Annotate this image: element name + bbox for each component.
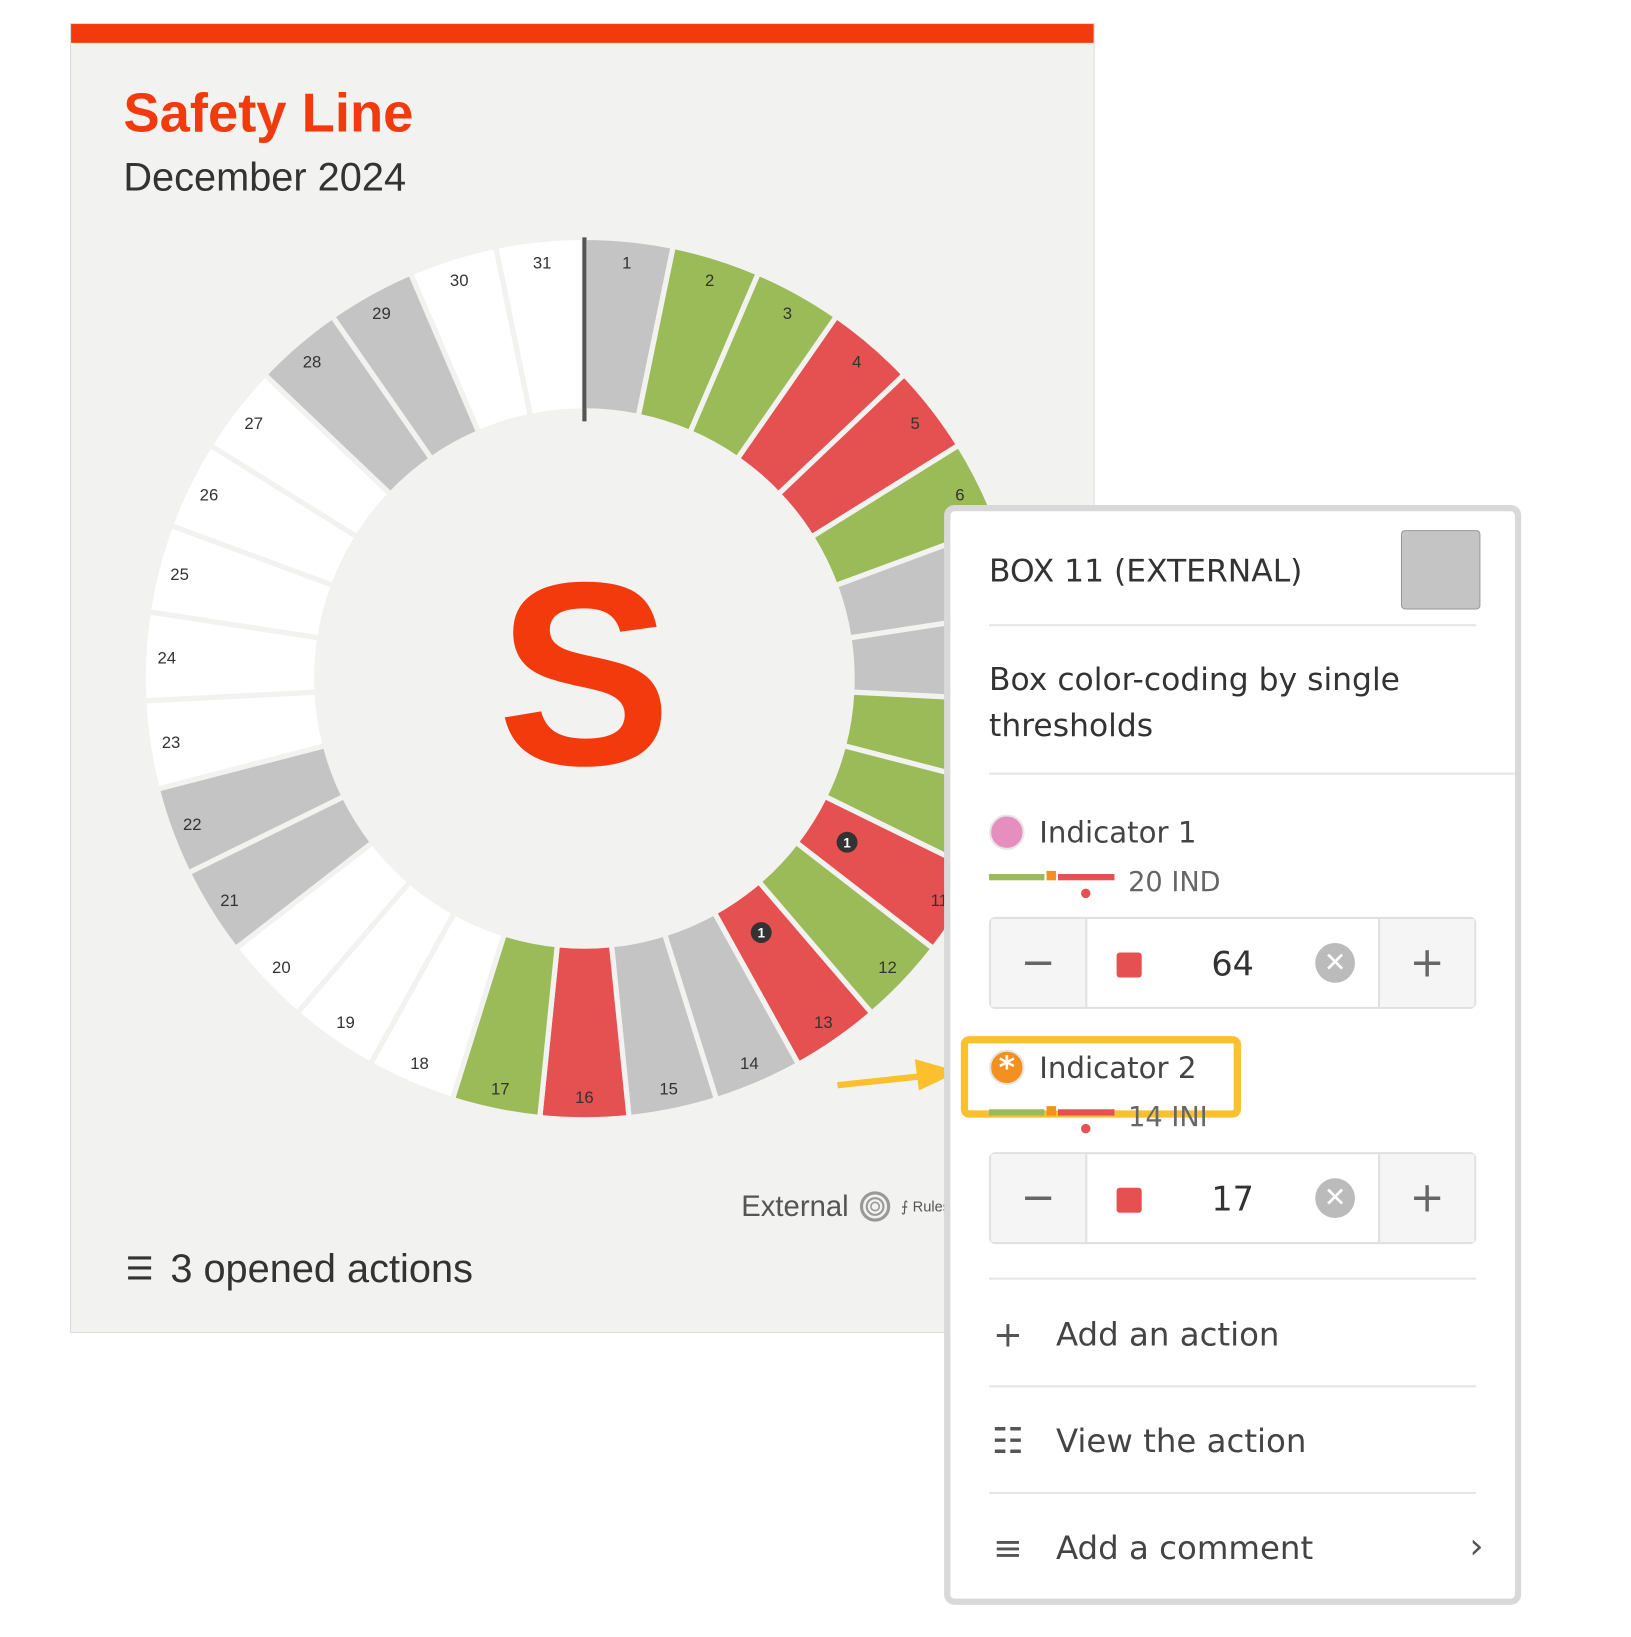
day-label: 22 xyxy=(183,815,202,834)
threshold-bar xyxy=(989,870,1115,905)
indicator-dot-icon xyxy=(989,814,1025,850)
center-letter: S xyxy=(497,528,671,820)
day-label: 5 xyxy=(910,414,919,433)
day-label: 17 xyxy=(491,1079,510,1098)
target-icon xyxy=(859,1191,890,1222)
divider xyxy=(989,1491,1477,1495)
day-label: 16 xyxy=(575,1088,594,1107)
decrement-button[interactable]: − xyxy=(991,1154,1086,1243)
badge-count: 1 xyxy=(843,835,851,850)
day-label: 18 xyxy=(410,1054,429,1073)
day-label: 23 xyxy=(162,733,181,752)
chevron-right-icon[interactable]: › xyxy=(1469,1525,1483,1567)
day-label: 1 xyxy=(622,254,631,273)
divider xyxy=(989,624,1477,627)
indicator-name: Indicator 1 xyxy=(1039,814,1197,850)
indicator-2: * Indicator 2 xyxy=(989,1049,1197,1086)
panel-description: Box color-coding by single thresholds xyxy=(989,661,1400,745)
opened-actions-label: 3 opened actions xyxy=(170,1247,473,1292)
badge-count: 1 xyxy=(757,926,765,941)
list-icon: ☰ xyxy=(125,1252,154,1288)
day-label: 24 xyxy=(157,649,176,668)
opened-actions-link[interactable]: ☰ 3 opened actions xyxy=(125,1247,472,1292)
day-label: 26 xyxy=(200,486,219,505)
add-action-button[interactable]: + Add an action xyxy=(989,1314,1280,1357)
increment-button[interactable]: + xyxy=(1380,1154,1475,1243)
increment-button[interactable]: + xyxy=(1380,918,1475,1007)
box-detail-panel: BOX 11 (EXTERNAL) Box color-coding by si… xyxy=(944,504,1522,1605)
day-label: 30 xyxy=(450,271,469,290)
plus-icon: + xyxy=(992,1314,1023,1357)
day-label: 12 xyxy=(878,958,897,977)
indicator-1-stepper: − 64 ✕ + xyxy=(989,916,1477,1009)
safety-wheel: 1234567891011112131141516171819202122232… xyxy=(140,234,1029,1123)
add-comment-button[interactable]: ≡ Add a comment xyxy=(989,1527,1313,1569)
indicator-2-stepper: − 17 ✕ + xyxy=(989,1152,1477,1245)
day-label: 4 xyxy=(852,352,861,371)
asterisk-icon: * xyxy=(989,1049,1025,1086)
day-label: 2 xyxy=(705,271,714,290)
lines-icon: ≡ xyxy=(992,1527,1023,1570)
day-label: 20 xyxy=(272,958,291,977)
divider xyxy=(989,1277,1477,1280)
day-label: 29 xyxy=(372,304,391,323)
safety-line-card: Safety Line December 2024 12345678910111… xyxy=(70,23,1095,1334)
rules-link[interactable]: ⨍ Rules xyxy=(901,1198,950,1216)
clear-icon[interactable]: ✕ xyxy=(1315,1178,1355,1219)
threshold-label: 14 INI xyxy=(1128,1101,1208,1134)
day-label: 21 xyxy=(220,891,239,910)
day-label: 6 xyxy=(955,486,964,505)
legend-label: External xyxy=(741,1189,849,1223)
day-label: 19 xyxy=(336,1013,355,1032)
day-label: 3 xyxy=(783,304,792,323)
day-label: 28 xyxy=(303,352,322,371)
panel-title: BOX 11 (EXTERNAL) xyxy=(989,553,1303,590)
decrement-button[interactable]: − xyxy=(991,918,1086,1007)
divider xyxy=(989,1385,1477,1388)
box-color-swatch[interactable] xyxy=(1400,530,1481,610)
divider xyxy=(989,772,1515,775)
indicator-name: Indicator 2 xyxy=(1039,1050,1197,1085)
day-label: 27 xyxy=(244,414,263,433)
list-icon: ☷ xyxy=(991,1420,1024,1463)
clear-icon[interactable]: ✕ xyxy=(1315,943,1355,983)
day-label: 15 xyxy=(659,1079,678,1098)
day-label: 13 xyxy=(814,1013,833,1032)
threshold-bar xyxy=(989,1106,1115,1140)
legend: External ⨍ Rules xyxy=(741,1190,950,1223)
threshold-label: 20 IND xyxy=(1128,866,1221,899)
value-field[interactable]: 17 ✕ xyxy=(1085,1154,1381,1243)
value-field[interactable]: 64 ✕ xyxy=(1085,918,1381,1007)
day-label: 25 xyxy=(170,565,189,584)
day-label: 14 xyxy=(740,1054,759,1073)
indicator-1: Indicator 1 xyxy=(989,814,1197,850)
rules-icon: ⨍ xyxy=(900,1197,913,1215)
view-action-button[interactable]: ☷ View the action xyxy=(989,1420,1307,1463)
day-label: 31 xyxy=(533,254,552,273)
